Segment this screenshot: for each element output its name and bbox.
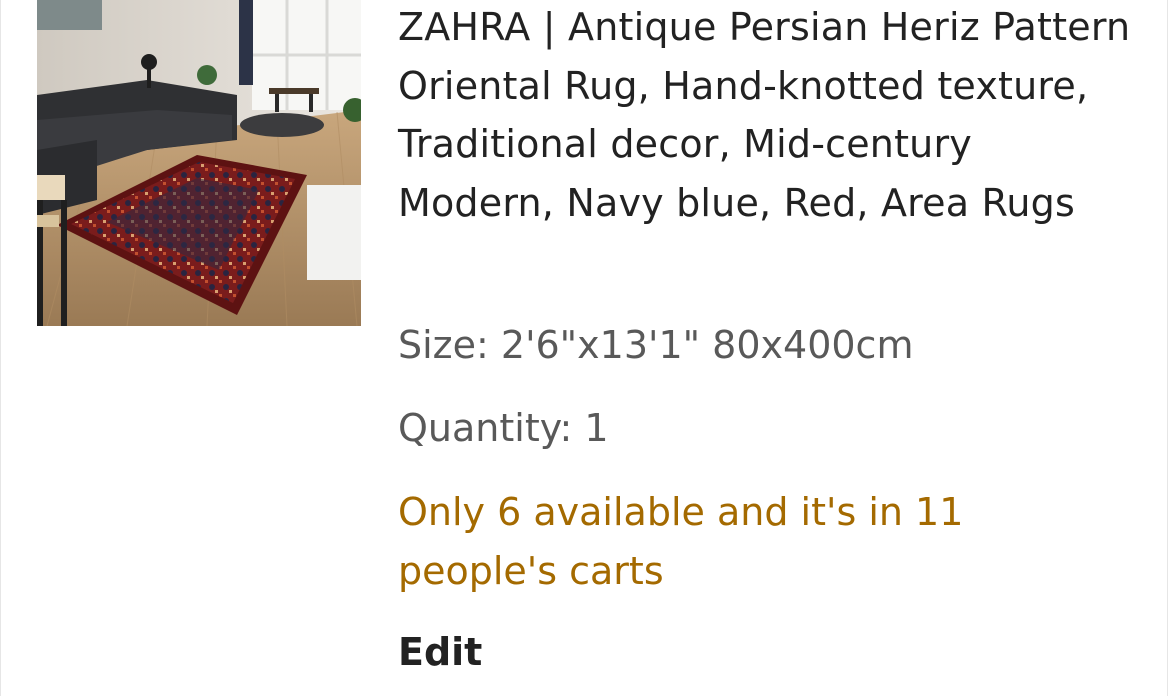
availability-notice: Only 6 available and it's in 11 people's… [398,490,964,593]
variation-size: Size: 2'6"x13'1" 80x400cm [398,323,914,367]
item-details: ZAHRA | Antique Persian Heriz Pattern Or… [398,0,1138,674]
cart-item-card: ZAHRA | Antique Persian Heriz Pattern Or… [0,0,1168,696]
quantity-label: Quantity: 1 [398,406,609,450]
product-title[interactable]: ZAHRA | Antique Persian Heriz Pattern Or… [398,0,1138,232]
product-photo-illustration [37,0,361,326]
product-image[interactable] [37,0,361,326]
edit-button[interactable]: Edit [398,628,482,676]
